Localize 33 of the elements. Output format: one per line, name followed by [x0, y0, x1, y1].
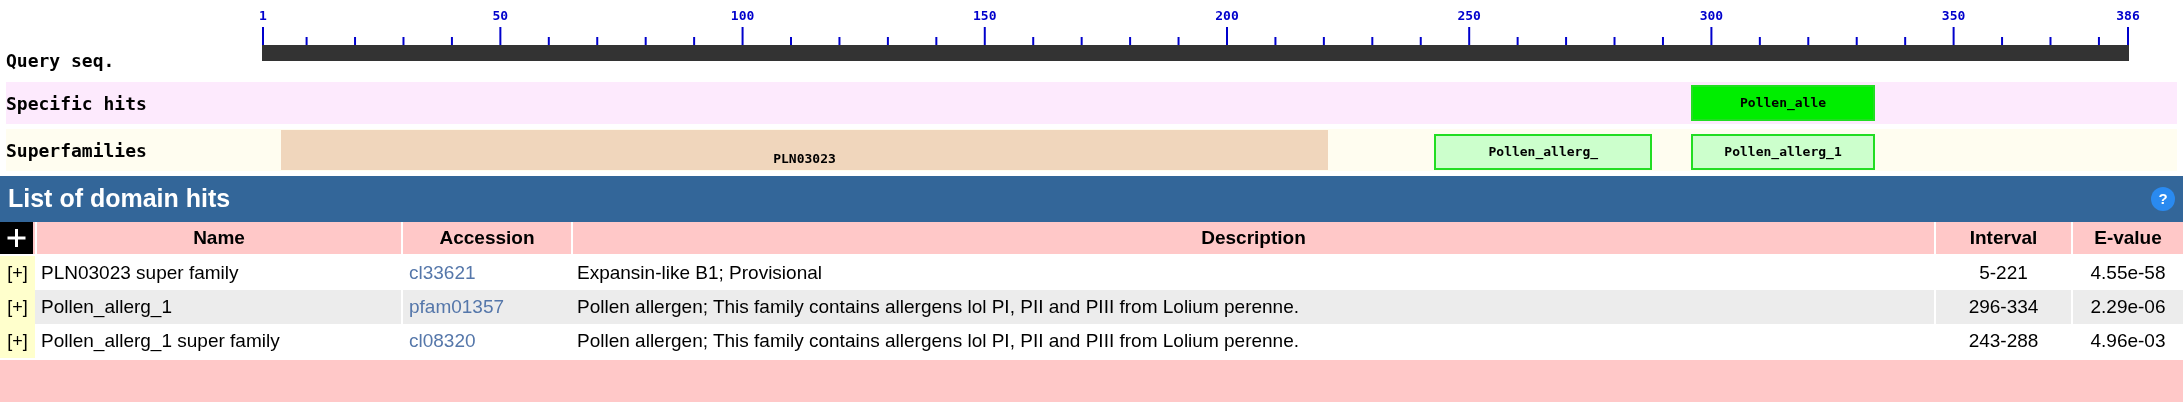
track-label: Query seq.: [5, 48, 116, 73]
expand-all-icon[interactable]: [0, 222, 33, 254]
ruler-label: 1: [259, 8, 267, 23]
accession-link[interactable]: cl08320: [409, 326, 476, 356]
expand-button[interactable]: [+]: [0, 256, 35, 290]
ruler-label: 300: [1699, 8, 1724, 23]
ruler-label: 100: [730, 8, 755, 23]
ruler-label: 50: [492, 8, 509, 23]
ruler-label: 200: [1215, 8, 1239, 23]
ruler-label: 250: [1457, 8, 1481, 23]
column-header: Interval: [1934, 222, 2071, 256]
table-cell: 2.29e-06: [2071, 290, 2183, 324]
domain-bar[interactable]: Pollen_alle: [1691, 85, 1876, 121]
expand-button[interactable]: [+]: [0, 290, 35, 324]
accession-link[interactable]: cl33621: [409, 258, 476, 288]
track-label: Specific hits: [6, 91, 148, 116]
panel-title: List of domain hits: [8, 183, 231, 215]
column-header: Description: [571, 222, 1934, 256]
domain-bar[interactable]: Pollen_allerg_: [1434, 134, 1653, 170]
ruler-label: 350: [1941, 8, 1966, 23]
ruler-label: 150: [973, 8, 997, 23]
column-header: Accession: [401, 222, 571, 256]
table-cell: 296-334: [1934, 290, 2071, 324]
domain-bar[interactable]: Pollen_allerg_1: [1691, 134, 1876, 170]
track-label: Superfamilies: [6, 138, 148, 163]
help-button[interactable]: ?: [2151, 187, 2175, 211]
expand-button[interactable]: [+]: [0, 324, 35, 358]
domain-bar[interactable]: PLN03023: [281, 130, 1328, 170]
table-cell: Pollen_allerg_1: [35, 290, 401, 324]
ruler-label: 386: [2116, 8, 2140, 23]
table-cell: Pollen allergen; This family contains allergens lol PI, PII and PIII from Lolium perenne.: [571, 290, 1934, 324]
column-header: Name: [35, 222, 401, 256]
column-header: E-value: [2071, 222, 2183, 256]
